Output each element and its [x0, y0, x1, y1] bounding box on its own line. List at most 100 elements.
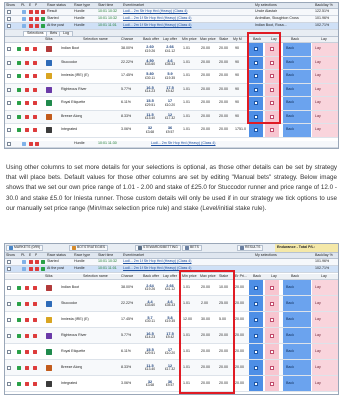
lay-button[interactable]: Lay [312, 376, 338, 391]
lay-button[interactable]: Lay [312, 97, 338, 110]
selection-row[interactable]: Indian Boot 38.00% 2.60 £19.26 2.66 £41.12… [5, 43, 338, 57]
back-button[interactable]: Back [283, 376, 311, 391]
event-link[interactable]: Ludl... 2m Str Hcp Hrd (Heavy) (Class 4) [151, 141, 216, 147]
event-link[interactable]: Ludl... 2m Str Hcp Hrd (Heavy) (Class 4) [123, 9, 188, 15]
back-checkbox[interactable] [254, 87, 258, 92]
back-check-cell[interactable] [249, 312, 263, 327]
cancel-icon[interactable] [33, 101, 37, 106]
lay-offer[interactable]: 2.66 £41.12 [161, 280, 179, 295]
row-checkbox[interactable] [7, 114, 11, 119]
results-button[interactable]: RESULTS [237, 245, 264, 251]
back-offer[interactable]: 11.5 £13.40 [141, 360, 159, 375]
stake[interactable]: 10.00 [219, 280, 228, 295]
lay-checkbox[interactable] [270, 74, 274, 79]
selection-row[interactable]: Righteous River 5.77% 16.5 £14.23 17.5 £9.… [5, 328, 338, 344]
play-icon[interactable] [17, 47, 21, 52]
stake[interactable]: 5.00 [219, 312, 226, 327]
play-icon[interactable] [17, 365, 21, 370]
play-icon[interactable] [17, 333, 21, 338]
lay-button[interactable]: Lay [312, 56, 338, 69]
max-price[interactable]: 20.00 [201, 344, 210, 359]
market-row-selected[interactable]: At the post Hurdle 10:01 11:01 Ludl... 2… [5, 23, 338, 30]
back-offer[interactable]: 5.7 £30.11 [141, 312, 159, 327]
lay-offer[interactable]: 5.9 £19.35 [161, 70, 179, 83]
row-checkbox[interactable] [7, 60, 11, 65]
selection-row[interactable]: Inniesta (IRE) (E) 17.45% 5.7 £30.11 5.8 £… [5, 312, 338, 328]
back-button[interactable]: Back [283, 124, 311, 137]
cancel-icon[interactable] [33, 349, 37, 354]
back-checkbox[interactable] [254, 47, 258, 52]
back-checkbox[interactable] [254, 301, 258, 306]
col-p[interactable]: P [35, 253, 37, 258]
lay-checkbox[interactable] [270, 87, 274, 92]
back-button[interactable]: Back [283, 43, 311, 56]
max-price[interactable]: 20.00 [201, 97, 210, 110]
min-price[interactable]: 1.01 [183, 360, 190, 375]
lay-button[interactable]: Lay [312, 83, 338, 96]
min-price[interactable]: 1.01 [183, 124, 190, 137]
back-offer[interactable]: 2.64 £19.26 [141, 280, 159, 295]
min-price[interactable]: 1.01 [183, 57, 190, 70]
col-e[interactable]: E [29, 253, 31, 258]
tab-log[interactable]: Log [59, 31, 73, 36]
back-offer[interactable]: 16.5 £14.23 [141, 328, 159, 343]
lay-checkbox[interactable] [270, 301, 274, 306]
max-price[interactable]: 20.00 [201, 360, 210, 375]
stop-icon[interactable] [29, 267, 33, 271]
play-icon[interactable] [17, 60, 21, 65]
show-checkbox[interactable] [7, 10, 11, 14]
min-price[interactable]: 1.01 [183, 328, 190, 343]
botstrategies-button[interactable]: BOTSTRATEGIES [69, 245, 109, 251]
event-link[interactable]: Ludl... 2m 1f Str Hcp Hrd (Heavy) (Class… [123, 23, 192, 29]
stop-icon[interactable] [29, 142, 33, 146]
stake[interactable]: 20.00 [219, 84, 228, 97]
selection-row[interactable]: Breeze Along 8.33% 11.5 £13.40 12 £17.32 1… [5, 360, 338, 376]
back-button[interactable]: Back [283, 70, 311, 83]
lay-checkbox[interactable] [270, 285, 274, 290]
cancel-icon[interactable] [33, 365, 37, 370]
stop-icon[interactable] [35, 17, 39, 21]
max-price[interactable]: 2.00 [201, 296, 208, 311]
back-check-cell[interactable] [249, 83, 263, 96]
back-check-cell[interactable] [249, 280, 263, 295]
min-price[interactable]: 1.01 [183, 97, 190, 110]
stop-icon[interactable] [35, 24, 39, 28]
stake[interactable]: 20.00 [219, 57, 228, 70]
markets-button[interactable]: MARKETS (0/99) [6, 245, 44, 251]
row-checkbox[interactable] [7, 333, 11, 338]
selection-row[interactable]: Integrated 3.06% 32 £3.68 36 £9.57 1.01 20… [5, 376, 338, 392]
stake[interactable]: 25.00 [219, 296, 228, 311]
lay-checkbox[interactable] [270, 60, 274, 65]
row-checkbox[interactable] [7, 381, 11, 386]
row-checkbox[interactable] [7, 128, 11, 133]
back-check-cell[interactable] [249, 97, 263, 110]
selection-row[interactable]: Royal Etiquette 6.11% 15.5 £29.51 17 £10.2… [5, 97, 338, 111]
lay-offer[interactable]: 4.6 £35.33 [161, 57, 179, 70]
stake[interactable]: 20.00 [219, 124, 228, 137]
lay-checkbox[interactable] [270, 47, 274, 52]
lay-offer[interactable]: 2.66 £41.12 [161, 43, 179, 56]
cancel-icon[interactable] [33, 114, 37, 119]
back-check-cell[interactable] [249, 43, 263, 56]
lay-checkbox[interactable] [270, 349, 274, 354]
stake[interactable]: 20.00 [219, 344, 228, 359]
back-offer[interactable]: 2.60 £19.26 [141, 43, 159, 56]
stop-icon[interactable] [25, 381, 29, 386]
stop-icon[interactable] [25, 101, 29, 106]
col-backlay-pct[interactable]: Back/lay % [315, 3, 333, 8]
row-checkbox[interactable] [7, 365, 11, 370]
stake[interactable]: 20.00 [219, 70, 228, 83]
lay-checkbox[interactable] [270, 128, 274, 133]
col-backlay-pct[interactable]: Back/lay % [315, 253, 333, 258]
col-e[interactable]: E [29, 3, 31, 8]
stop-icon[interactable] [25, 87, 29, 92]
stake[interactable]: 20.00 [219, 376, 228, 391]
col-race-type[interactable]: Race type [74, 3, 90, 8]
lay-button[interactable]: Lay [312, 312, 338, 327]
lay-offer[interactable]: 36 £9.57 [161, 124, 179, 137]
event-link[interactable]: Ludl... 2m 1f Str Hcp Hrd (Heavy) (Class… [123, 259, 192, 265]
max-price[interactable]: 20.00 [201, 57, 210, 70]
lay-button[interactable]: Lay [312, 110, 338, 123]
lay-checkbox[interactable] [270, 365, 274, 370]
stop-icon[interactable] [25, 317, 29, 322]
